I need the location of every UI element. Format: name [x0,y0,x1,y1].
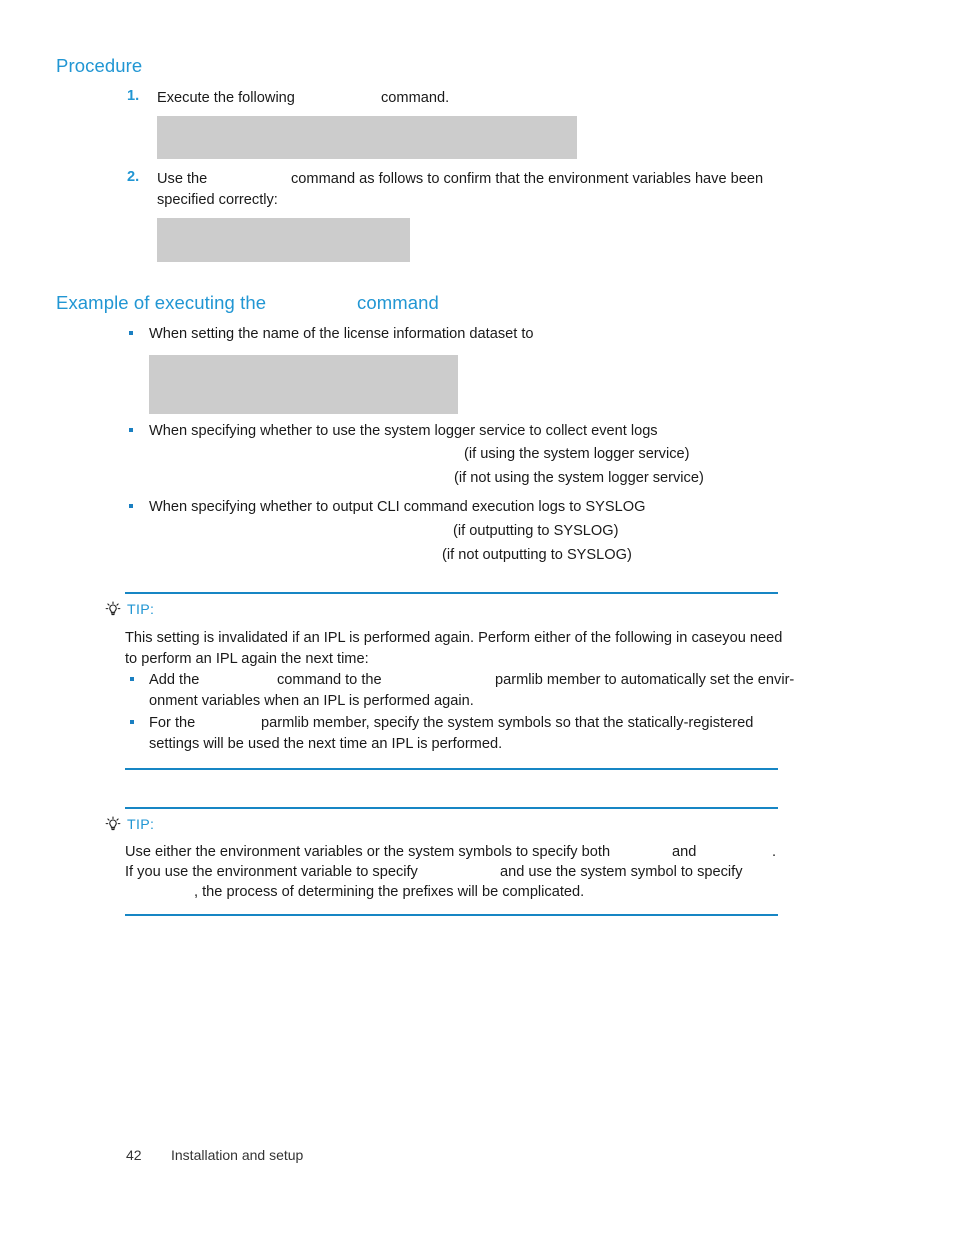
tip-2-line3: , the process of determining the prefixe… [194,884,585,900]
tip-2-line1-part1: Use either the environment variables or … [125,844,611,860]
example-bullet-2-subline-2: (if not using the system logger service) [454,470,704,486]
tip-1-bullet-1-part3: parmlib member to automatically set the … [495,672,795,688]
footer-section-title: Installation and setup [171,1147,304,1163]
example-heading-before: Example of executing the [56,292,267,313]
step-2-text-after: command as follows to confirm that the e… [291,171,764,187]
procedure-heading: Procedure [56,55,143,76]
tip-2-bottom-rule [125,914,778,916]
example-bullet-1-text: When setting the name of the license inf… [149,326,534,342]
example-bullet-3-subline-2: (if not outputting to SYSLOG) [442,547,632,563]
redacted-code-block-3 [149,355,458,414]
tip-2-line1-part2: and [672,844,697,860]
step-2-text-before: Use the [157,171,208,187]
step-2-text-line2: specified correctly: [157,192,278,208]
tip-1-bottom-rule [125,768,778,770]
tip-1-bullet-1-part1: Add the [149,672,200,688]
tip-1-bullet-2-line2: settings will be used the next time an I… [149,736,503,752]
redacted-code-block-2 [157,218,410,262]
tip-1-label: TIP: [127,602,155,618]
bullet-marker [129,504,133,508]
tip-1-bullet-1-line2: onment variables when an IPL is performe… [149,693,474,709]
step-1-text-before: Execute the following [157,90,295,106]
lightbulb-icon [105,601,121,616]
step-1-text-after: command. [381,90,450,106]
redacted-code-block-1 [157,116,577,159]
tip-1-paragraph-line1: This setting is invalidated if an IPL is… [125,630,783,646]
lightbulb-icon [105,816,121,831]
tip-1-top-rule [125,592,778,594]
tip-1-bullet-1-part2: command to the [277,672,382,688]
bullet-marker [129,428,133,432]
example-heading-after: command [357,292,439,313]
tip-2-top-rule [125,807,778,809]
document-page: Procedure 1. Execute the following comma… [0,0,954,1235]
tip-2-label: TIP: [127,817,155,833]
example-bullet-2-subline-1: (if using the system logger service) [464,446,690,462]
tip-2-line1-part3: . [772,844,777,860]
step-1-number: 1. [127,88,140,104]
bullet-marker [130,720,134,724]
example-bullet-2-text: When specifying whether to use the syste… [149,423,658,439]
bullet-marker [129,331,133,335]
tip-1-bullet-2-part1: For the [149,715,196,731]
example-bullet-3-text: When specifying whether to output CLI co… [149,499,646,515]
bullet-marker [130,677,134,681]
tip-1-paragraph-line2: to perform an IPL again the next time: [125,651,369,667]
tip-2-line2-part2: and use the system symbol to specify [500,864,743,880]
tip-2-line2-part1: If you use the environment variable to s… [125,864,418,880]
footer-page-number: 42 [126,1147,142,1163]
tip-1-bullet-2-part2: parmlib member, specify the system symbo… [261,715,754,731]
example-bullet-3-subline-1: (if outputting to SYSLOG) [453,523,619,539]
step-2-number: 2. [127,169,140,185]
